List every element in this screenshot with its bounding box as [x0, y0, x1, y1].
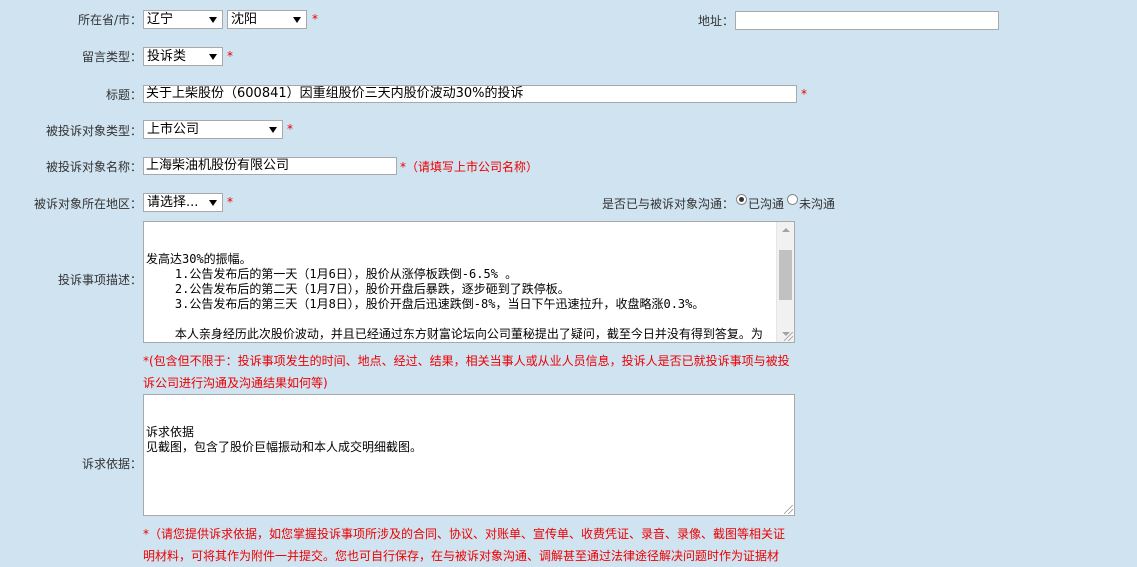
- title-input[interactable]: 关于上柴股份（600841）因重组股价三天内股价波动30%的投诉: [143, 85, 797, 103]
- title-label: 标题：: [105, 88, 142, 102]
- required-mark: *: [312, 12, 318, 26]
- chevron-down-icon: [269, 127, 277, 133]
- required-mark: *: [801, 87, 807, 101]
- message-type-label: 留言类型：: [81, 50, 142, 64]
- region-label: 被诉对象所在地区：: [33, 197, 142, 211]
- target-type-label: 被投诉对象类型：: [45, 124, 142, 138]
- city-select[interactable]: 沈阳: [227, 10, 307, 29]
- scroll-thumb[interactable]: [779, 250, 792, 300]
- required-mark: *: [227, 49, 233, 63]
- basis-textarea[interactable]: 诉求依据 见截图，包含了股价巨幅振动和本人成交明细截图。: [143, 394, 795, 516]
- description-label: 投诉事项描述：: [57, 273, 142, 287]
- region-select-value: 请选择...: [147, 195, 199, 210]
- resize-handle-icon[interactable]: [784, 332, 793, 341]
- description-textarea[interactable]: 发高达30%的振幅。 1.公告发布后的第一天（1月6日），股价从涨停板跌倒-6.…: [143, 221, 795, 343]
- chevron-down-icon: [209, 200, 217, 206]
- communicated-no-radio[interactable]: [787, 194, 798, 205]
- province-select[interactable]: 辽宁: [143, 10, 223, 29]
- communicated-label: 是否已与被诉对象沟通：: [601, 197, 734, 211]
- province-select-value: 辽宁: [147, 12, 174, 27]
- communicated-no-label[interactable]: 未沟通: [799, 195, 835, 212]
- target-name-label: 被投诉对象名称：: [45, 160, 142, 174]
- basis-text: 诉求依据 见截图，包含了股价巨幅振动和本人成交明细截图。: [146, 425, 423, 454]
- basis-label: 诉求依据：: [81, 457, 142, 471]
- required-mark: *: [287, 122, 293, 136]
- chevron-down-icon: [293, 17, 301, 23]
- required-mark: *: [227, 195, 233, 209]
- target-type-select-value: 上市公司: [147, 122, 200, 137]
- target-type-select[interactable]: 上市公司: [143, 120, 283, 139]
- target-name-input[interactable]: 上海柴油机股份有限公司: [143, 157, 397, 175]
- address-label: 地址：: [697, 14, 734, 28]
- scrollbar[interactable]: [776, 222, 794, 342]
- communicated-yes-radio[interactable]: [736, 194, 747, 205]
- city-select-value: 沈阳: [231, 12, 258, 27]
- description-hint: *(包含但不限于：投诉事项发生的时间、地点、经过、结果，相关当事人或从业人员信息…: [143, 354, 790, 390]
- target-name-hint: *（请填写上市公司名称）: [400, 160, 539, 174]
- message-type-select[interactable]: 投诉类: [143, 47, 223, 66]
- province-city-label: 所在省/市：: [77, 13, 142, 27]
- description-text: 发高达30%的振幅。 1.公告发布后的第一天（1月6日），股价从涨停板跌倒-6.…: [146, 252, 763, 341]
- chevron-down-icon: [209, 54, 217, 60]
- resize-handle-icon[interactable]: [784, 505, 793, 514]
- scroll-up-arrow-icon[interactable]: [777, 222, 794, 238]
- communicated-yes-label[interactable]: 已沟通: [748, 195, 784, 212]
- basis-hint: *（请您提供诉求依据，如您掌握投诉事项所涉及的合同、协议、对账单、宣传单、收费凭…: [143, 527, 786, 563]
- message-type-select-value: 投诉类: [147, 49, 187, 64]
- address-input[interactable]: [735, 11, 999, 30]
- chevron-down-icon: [209, 17, 217, 23]
- region-select[interactable]: 请选择...: [143, 193, 223, 212]
